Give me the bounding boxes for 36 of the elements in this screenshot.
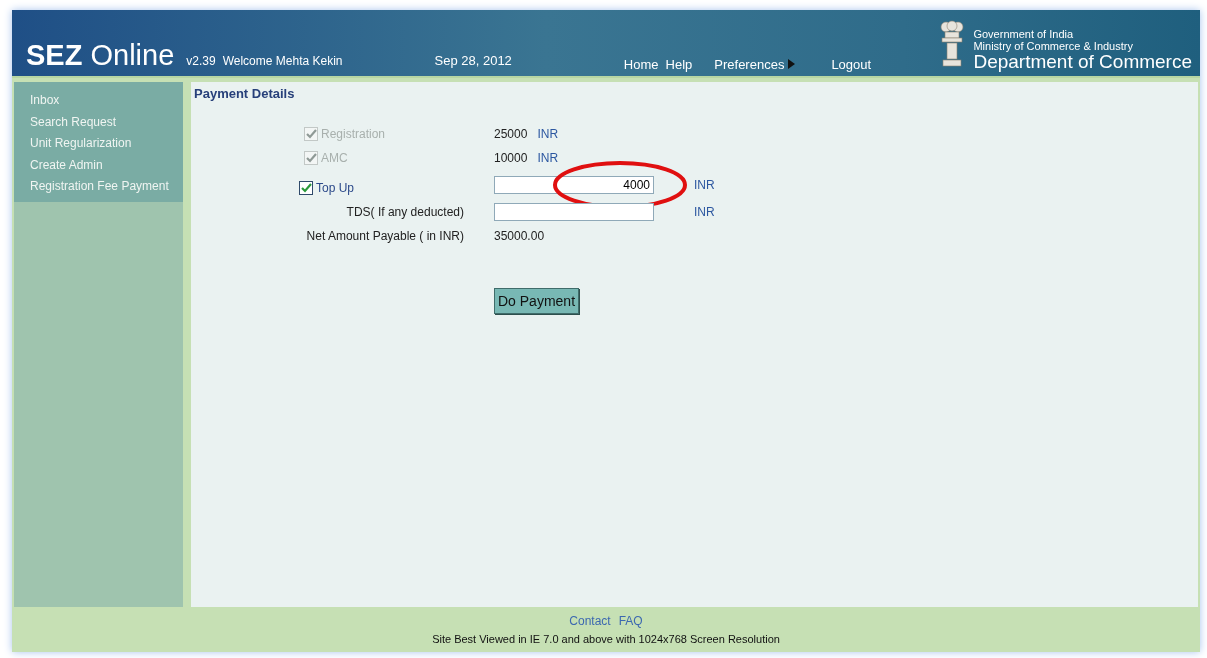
checkbox[interactable] (299, 181, 313, 195)
currency-label: INR (537, 127, 559, 141)
sidebar-item[interactable]: Search Request (30, 111, 183, 133)
organisation-text: Government of India (973, 28, 1075, 41)
fee-label: AMC (321, 151, 348, 165)
sidebar-item[interactable]: Registration Fee Payment (30, 176, 183, 198)
footer-link[interactable]: FAQ (618, 614, 643, 628)
amount-field[interactable]: 4000 (494, 176, 654, 194)
amount-text: 25000 (494, 127, 528, 141)
net-amount-value: 35000.00 (494, 229, 545, 243)
net-amount-label: Net Amount Payable ( in INR) (306, 229, 464, 243)
nav-link[interactable]: Help (665, 57, 693, 72)
version-label: v2.39 (186, 54, 216, 68)
organisation-text: Ministry of Commerce & Industry (973, 40, 1134, 53)
currency-label: INR (537, 151, 559, 165)
page-title: Payment Details (194, 86, 296, 101)
fee-label: Registration (321, 127, 386, 141)
footer-link[interactable]: Contact (569, 614, 611, 628)
nav-link[interactable]: Home (623, 57, 659, 72)
nav-link[interactable]: Preferences (714, 57, 785, 72)
amount-text: 10000 (494, 151, 528, 165)
currency-label: INR (694, 178, 715, 192)
date-label: Sep 28, 2012 (434, 53, 512, 68)
footer-note: Site Best Viewed in IE 7.0 and above with 1024x768 Screen Resolution (432, 633, 780, 645)
tds-label: TDS( If any deducted) (346, 205, 464, 219)
fee-label: Top Up (316, 181, 355, 195)
currency-label: INR (694, 205, 715, 219)
sidebar-item[interactable]: Inbox (30, 90, 183, 112)
do-payment-button[interactable]: Do Payment (494, 288, 580, 314)
sidebar-item[interactable]: Unit Regularization (30, 133, 183, 155)
nav-link[interactable]: Logout (831, 57, 872, 72)
sidebar-item[interactable]: Create Admin (30, 154, 183, 176)
department-title: Department of Commerce (973, 52, 1192, 72)
tds-field[interactable] (494, 203, 654, 221)
welcome-text: Welcome Mehta Kekin (222, 54, 343, 68)
site-logo: SEZ Online (26, 39, 175, 72)
